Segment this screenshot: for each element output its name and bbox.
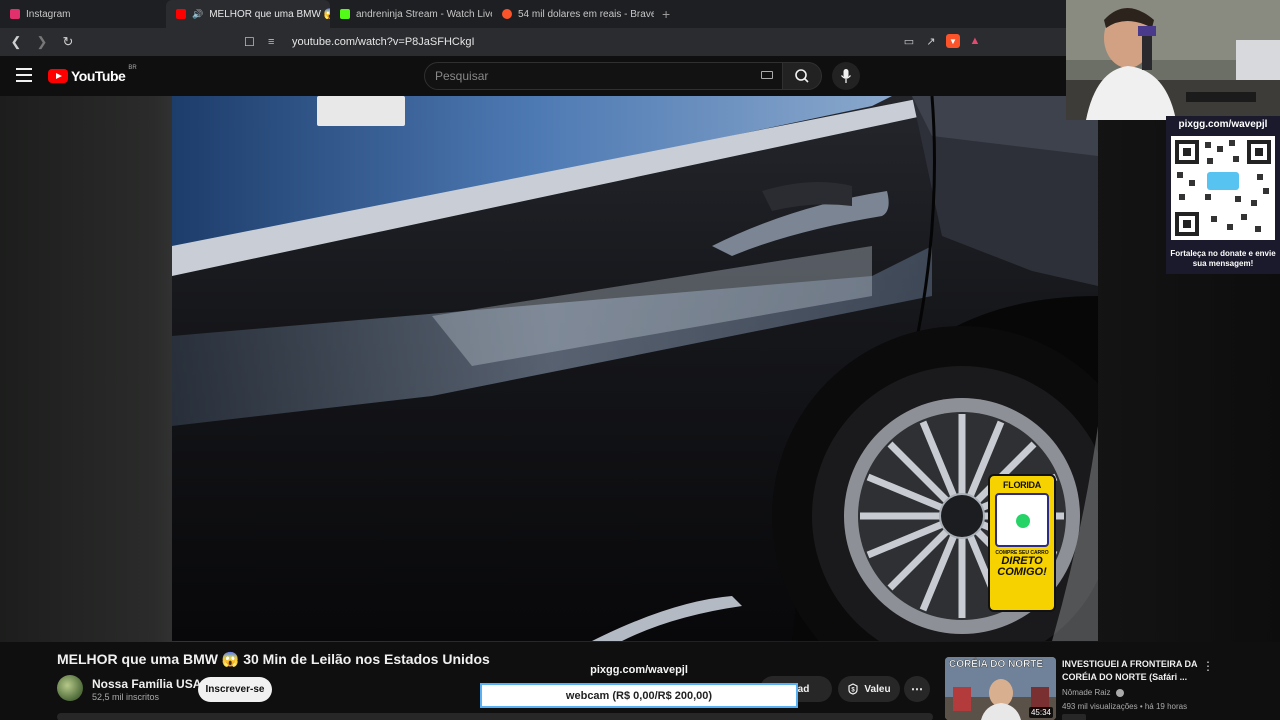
ad-brand: FLORIDA bbox=[1003, 480, 1041, 490]
instagram-icon bbox=[10, 9, 20, 19]
youtube-icon bbox=[176, 9, 186, 19]
browser-toolbar: ❮ ❯ ↻ ☐ ≡ youtube.com/watch?v=P8JaSFHCkg… bbox=[0, 28, 1066, 56]
search-box[interactable] bbox=[424, 62, 784, 90]
video-player[interactable] bbox=[172, 96, 1098, 641]
streamer-webcam bbox=[1066, 0, 1280, 120]
tab-label: MELHOR que uma BMW 😱 bbox=[209, 8, 330, 20]
site-settings-icon[interactable]: ≡ bbox=[268, 36, 286, 48]
brave-rewards-icon[interactable]: ▲ bbox=[968, 34, 982, 48]
video-frame-car bbox=[172, 96, 1098, 641]
channel-name[interactable]: Nossa Família USA bbox=[92, 677, 201, 691]
tab-label: 54 mil dolares em reais - Brave Searc bbox=[518, 8, 654, 20]
search-icon bbox=[795, 69, 809, 83]
description-box[interactable] bbox=[57, 713, 933, 720]
pixgg-donation-panel: pixgg.com/wavepjl Fortaleça no donate e … bbox=[1166, 116, 1280, 274]
brave-shields-icon[interactable]: ▼ bbox=[946, 34, 960, 48]
video-title: MELHOR que uma BMW 😱 30 Min de Leilão no… bbox=[57, 651, 490, 667]
recommended-thumbnail[interactable]: CORÉIA DO NORTE 45:34 bbox=[945, 657, 1056, 720]
address-bar[interactable]: ☐ ≡ youtube.com/watch?v=P8JaSFHCkgI bbox=[244, 32, 990, 52]
toolbar-actions: ▭ ↗ ▼ ▲ bbox=[902, 34, 982, 48]
share-icon[interactable]: ↗ bbox=[924, 34, 938, 48]
webcam-image bbox=[1066, 0, 1280, 120]
search-button[interactable] bbox=[782, 62, 822, 90]
kebab-menu-icon[interactable]: ⋮ bbox=[1202, 659, 1214, 673]
kick-icon bbox=[340, 9, 350, 19]
recommended-channel-name: Nômade Raiz bbox=[1062, 688, 1111, 697]
tab-label: Instagram bbox=[26, 8, 71, 20]
tab-instagram[interactable]: Instagram bbox=[0, 0, 166, 28]
bookmark-icon[interactable]: ☐ bbox=[244, 35, 262, 49]
tab-brave-search[interactable]: 54 mil dolares em reais - Brave Searc bbox=[492, 0, 654, 28]
keyboard-icon[interactable] bbox=[761, 71, 773, 79]
super-thanks-icon: $ bbox=[848, 683, 859, 695]
new-tab-icon[interactable]: + bbox=[654, 6, 678, 22]
youtube-logo[interactable]: YouTube BR bbox=[48, 65, 137, 84]
svg-text:$: $ bbox=[852, 688, 856, 694]
thanks-button[interactable]: $ Valeu bbox=[838, 676, 900, 702]
screen: Instagram 🔊 MELHOR que uma BMW 😱 ✕ andre… bbox=[0, 0, 1280, 720]
more-actions-button[interactable]: ⋯ bbox=[904, 676, 930, 702]
menu-icon[interactable] bbox=[16, 68, 32, 82]
youtube-wordmark: YouTube bbox=[71, 68, 126, 84]
mic-icon bbox=[840, 69, 852, 83]
qr-pattern bbox=[1175, 140, 1271, 236]
voice-search-button[interactable] bbox=[832, 62, 860, 90]
pixgg-overlay-text: pixgg.com/wavepjl bbox=[590, 664, 688, 676]
tab-kick[interactable]: andreninja Stream - Watch Live on Ki bbox=[330, 0, 492, 28]
recommended-title[interactable]: INVESTIGUEI A FRONTEIRA DA CORÉIA DO NOR… bbox=[1062, 658, 1202, 684]
donation-qr-code bbox=[1171, 136, 1275, 240]
recommended-channel[interactable]: Nômade Raiz bbox=[1062, 688, 1124, 697]
reload-icon[interactable]: ↻ bbox=[58, 32, 78, 52]
webcam-goal-bar: webcam (R$ 0,00/R$ 200,00) bbox=[480, 683, 798, 708]
url-text[interactable]: youtube.com/watch?v=P8JaSFHCkgI bbox=[292, 36, 475, 48]
subscribe-button[interactable]: Inscrever-se bbox=[198, 677, 272, 702]
subscriber-count: 52,5 mil inscritos bbox=[92, 692, 160, 702]
browser-tab-bar: Instagram 🔊 MELHOR que uma BMW 😱 ✕ andre… bbox=[0, 0, 1066, 28]
thumbnail-title: CORÉIA DO NORTE bbox=[949, 659, 1044, 670]
more-horiz-icon: ⋯ bbox=[911, 682, 923, 696]
recommended-meta: 493 mil visualizações • há 19 horas bbox=[1062, 702, 1188, 711]
country-code: BR bbox=[128, 65, 137, 71]
thanks-label: Valeu bbox=[864, 683, 891, 695]
qr-code bbox=[995, 493, 1049, 547]
youtube-header: YouTube BR bbox=[0, 56, 1066, 96]
in-video-ad-qr: FLORIDA COMPRE SEU CARRO DIRETO COMIGO! bbox=[988, 474, 1056, 612]
new-badge bbox=[1062, 714, 1086, 720]
channel-avatar[interactable] bbox=[57, 675, 83, 701]
tab-label: andreninja Stream - Watch Live on Ki bbox=[356, 8, 492, 20]
ad-big-text-2: COMIGO! bbox=[997, 566, 1047, 578]
pixgg-message: Fortaleça no donate e envie sua mensagem… bbox=[1170, 249, 1276, 268]
forward-icon[interactable]: ❯ bbox=[32, 32, 52, 52]
search-input[interactable] bbox=[435, 69, 755, 83]
pixgg-site-text: pixgg.com/wavepjl bbox=[1178, 119, 1268, 130]
verified-icon bbox=[1115, 688, 1124, 697]
whatsapp-icon bbox=[1016, 514, 1030, 528]
tab-youtube[interactable]: 🔊 MELHOR que uma BMW 😱 ✕ bbox=[166, 0, 330, 28]
cast-icon[interactable]: ▭ bbox=[902, 34, 916, 48]
back-icon[interactable]: ❮ bbox=[6, 32, 26, 52]
brave-search-icon bbox=[502, 9, 512, 19]
video-duration: 45:34 bbox=[1028, 707, 1053, 718]
speaker-icon: 🔊 bbox=[192, 8, 204, 19]
youtube-play-icon bbox=[48, 69, 68, 83]
